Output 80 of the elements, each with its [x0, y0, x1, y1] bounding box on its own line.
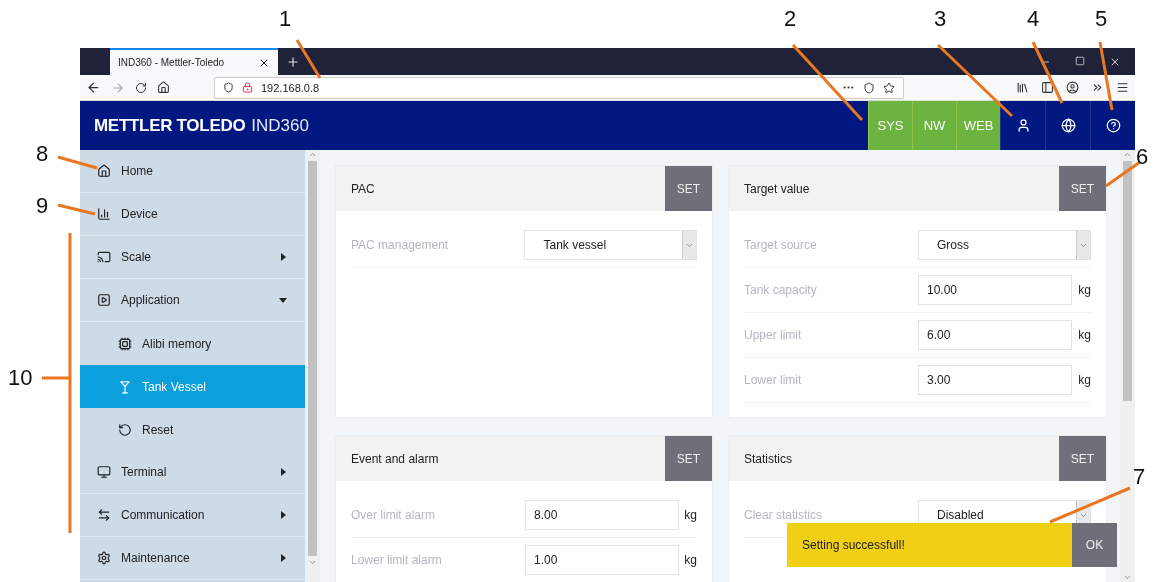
callout-number: 3 — [934, 8, 947, 30]
nav-icon — [97, 293, 111, 307]
field-label: Tank capacity — [744, 283, 818, 297]
leader-line — [57, 155, 98, 170]
callout-number: 9 — [36, 195, 49, 217]
field-label: Clear statistics — [744, 508, 824, 522]
callout-number: 8 — [36, 143, 49, 165]
field-label: Lower limit — [744, 373, 803, 387]
nav-icon — [118, 379, 132, 394]
unit-label: kg — [1078, 373, 1091, 387]
menu-icon[interactable] — [1116, 81, 1129, 94]
callout-number: 4 — [1027, 8, 1040, 30]
lock-icon — [242, 82, 253, 93]
caret-icon — [279, 296, 287, 304]
set-button[interactable]: SET — [665, 436, 712, 481]
browser-tab[interactable]: IND360 - Mettler-Toledo — [110, 48, 278, 75]
leader-line — [1098, 41, 1114, 111]
library-icon[interactable] — [1016, 81, 1029, 94]
help-icon — [1105, 118, 1121, 133]
select-field[interactable]: Tank vessel — [524, 230, 697, 260]
callout-number: 10 — [8, 367, 33, 389]
set-button[interactable]: SET — [1059, 436, 1106, 481]
unit-label: kg — [684, 508, 697, 522]
nav-icon — [97, 164, 111, 178]
chevrons-icon[interactable] — [1091, 81, 1104, 94]
globe-icon — [1060, 118, 1076, 133]
nav-icon — [97, 551, 111, 565]
unit-label: kg — [1078, 283, 1091, 297]
input-field[interactable]: 10.00 — [918, 275, 1072, 305]
home-icon[interactable] — [157, 81, 170, 94]
unit-label: kg — [684, 553, 697, 567]
account-icon[interactable] — [1066, 81, 1079, 94]
leader-line — [295, 39, 322, 79]
input-field[interactable]: 1.00 — [525, 545, 679, 575]
callout-number: 6 — [1136, 146, 1149, 168]
field-label: Lower limit alarm — [351, 553, 443, 567]
callout-number: 7 — [1133, 466, 1146, 488]
callout-number: 1 — [279, 8, 292, 30]
nav-icon — [97, 465, 111, 479]
caret-icon — [279, 554, 287, 562]
nav-icon — [97, 207, 111, 221]
caret-icon — [279, 253, 287, 261]
card-title: Event and alarm — [351, 451, 439, 466]
brand-name: METTLER TOLEDO — [94, 115, 246, 136]
card-title: Statistics — [744, 451, 792, 466]
nav-icon — [97, 250, 111, 264]
card-title: Target value — [744, 181, 810, 196]
product-name: IND360 — [251, 115, 309, 136]
leader-line — [57, 203, 96, 216]
nav-icon — [118, 422, 132, 437]
star-icon[interactable] — [883, 81, 895, 94]
callout-number: 2 — [784, 8, 797, 30]
maximize-icon[interactable] — [1075, 55, 1085, 66]
plus-icon[interactable] — [286, 54, 300, 69]
ok-button[interactable]: OK — [1072, 523, 1117, 567]
leader-line — [1031, 41, 1064, 104]
field-label: PAC management — [351, 238, 450, 252]
unit-label: kg — [1078, 328, 1091, 342]
select-field[interactable]: Gross — [918, 230, 1091, 260]
input-field[interactable]: 8.00 — [525, 500, 679, 530]
user-icon — [1015, 118, 1031, 133]
address-bar[interactable]: 192.168.0.8 — [214, 76, 904, 99]
nav-icon — [97, 508, 111, 522]
caret-icon — [279, 468, 287, 476]
set-button[interactable]: SET — [665, 166, 712, 211]
input-field[interactable]: 3.00 — [918, 365, 1072, 395]
set-button[interactable]: SET — [1059, 166, 1106, 211]
input-field[interactable]: 6.00 — [918, 320, 1072, 350]
callout-number: 5 — [1095, 8, 1108, 30]
toast-message: Setting successfull! — [802, 538, 905, 552]
back-icon[interactable] — [86, 80, 101, 95]
card-title: PAC — [351, 181, 375, 196]
sidebar-icon[interactable] — [1041, 81, 1054, 94]
shield-icon — [223, 82, 234, 93]
field-label: Over limit alarm — [351, 508, 436, 522]
reload-icon[interactable] — [135, 81, 147, 94]
field-label: Upper limit — [744, 328, 803, 342]
nav-icon — [118, 336, 132, 351]
caret-icon — [279, 511, 287, 519]
field-label: Target source — [744, 238, 818, 252]
